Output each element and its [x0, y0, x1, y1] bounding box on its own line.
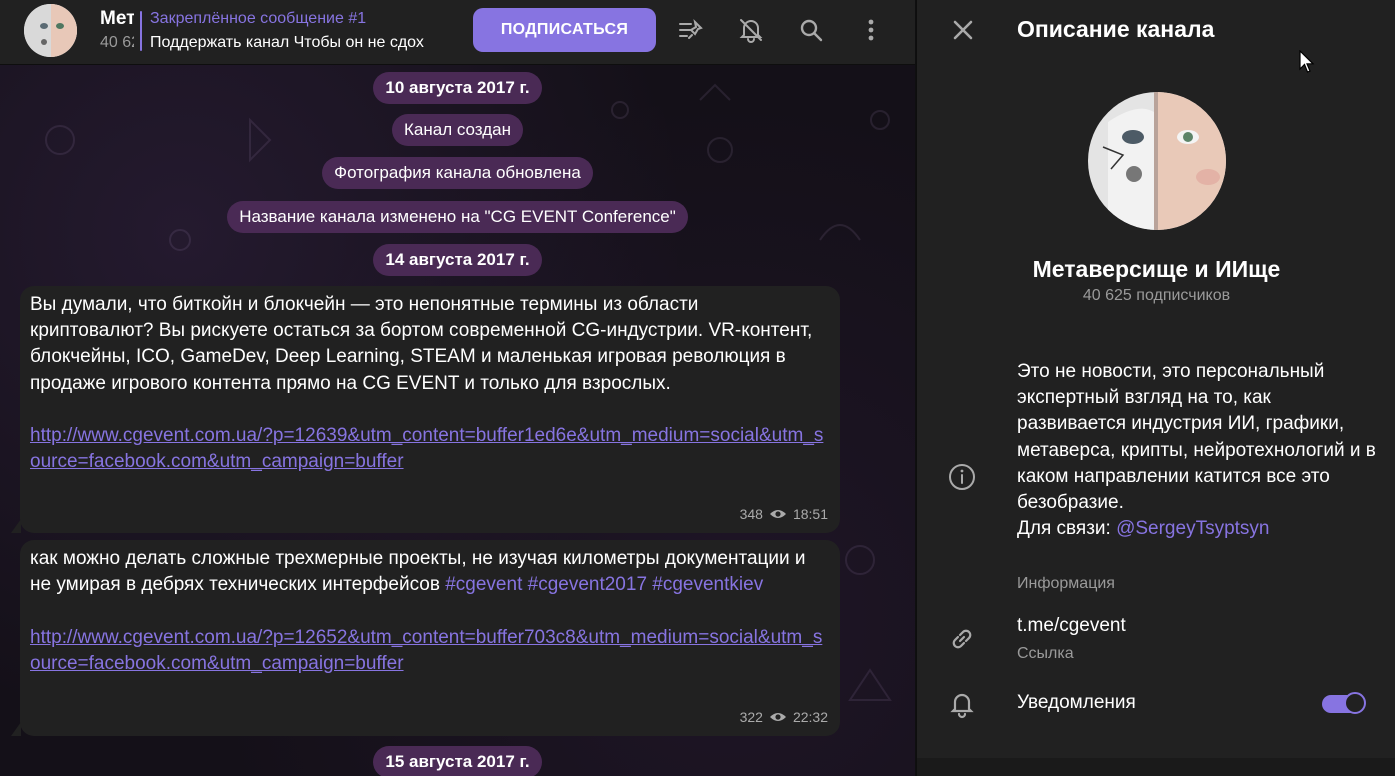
message-time: 18:51	[792, 505, 828, 522]
channel-avatar-large[interactable]	[1088, 92, 1226, 230]
message-bubble[interactable]: Вы думали, что биткойн и блокчейн — это …	[11, 286, 840, 533]
notifications-toggle[interactable]	[1322, 692, 1366, 714]
subscriber-count: 40 625 подписчиков	[100, 34, 134, 51]
bubble-tail	[11, 519, 21, 533]
subscribe-button[interactable]: ПОДПИСАТЬСЯ	[473, 8, 656, 52]
channel-link[interactable]: t.me/cgevent	[1017, 615, 1126, 637]
chat-header: Метаверсище и ИИще 40 625 подписчиков За…	[0, 0, 915, 65]
mute-bell-icon[interactable]	[737, 16, 765, 44]
pinned-list-icon[interactable]	[677, 16, 705, 44]
message-bubble[interactable]: как можно делать сложные трехмерные прое…	[11, 540, 840, 736]
mouse-cursor-icon	[1299, 50, 1315, 73]
message-time: 22:32	[792, 708, 828, 725]
message-link[interactable]: http://www.cgevent.com.ua/?p=12652&utm_c…	[30, 627, 822, 674]
eye-icon	[769, 712, 786, 721]
channel-avatar[interactable]	[24, 4, 77, 57]
link-label: Ссылка	[1017, 645, 1074, 662]
panel-bottom-strip	[917, 758, 1395, 776]
message-meta: 348 18:51	[740, 501, 828, 527]
bubble-tail	[11, 722, 21, 736]
pinned-indicator	[140, 11, 142, 51]
contact-handle-link[interactable]: @SergeyTsyptsyn	[1116, 518, 1269, 539]
search-icon[interactable]	[797, 16, 825, 44]
view-count: 322	[739, 708, 763, 725]
description-text: Это не новости, это персональный эксперт…	[1017, 361, 1376, 514]
chat-area: Метаверсище и ИИще 40 625 подписчиков За…	[0, 0, 915, 776]
contact-line: Для связи: @SergeyTsyptsyn	[1017, 518, 1269, 539]
channel-name: Метаверсище и ИИще	[1032, 256, 1281, 282]
info-label: Информация	[1017, 575, 1115, 592]
pinned-text: Поддержать канал Чтобы он не сдох	[150, 34, 424, 51]
notifications-label: Уведомления	[1017, 692, 1136, 713]
channel-description[interactable]: Это не новости, это персональный эксперт…	[1017, 359, 1377, 542]
message-hashtags[interactable]: #cgevent #cgevent2017 #cgeventkiev	[445, 574, 763, 595]
eye-icon	[769, 509, 786, 518]
pinned-message-bar[interactable]: Закреплённое сообщение #1 Поддержать кан…	[140, 9, 460, 55]
view-count: 348	[739, 505, 763, 522]
message-meta: 322 22:32	[740, 704, 828, 730]
close-icon[interactable]	[949, 16, 977, 44]
bell-icon	[947, 689, 977, 719]
channel-title[interactable]: Метаверсище и ИИще	[100, 8, 134, 30]
contact-prefix: Для связи:	[1017, 518, 1117, 540]
info-icon	[947, 462, 977, 492]
channel-info-panel: Описание канала Метаверсище и ИИще 40 62…	[916, 0, 1395, 776]
link-icon	[947, 624, 977, 654]
subscriber-count: 40 625 подписчиков	[1082, 287, 1231, 304]
panel-title: Описание канала	[1017, 16, 1215, 42]
more-vertical-icon[interactable]	[857, 16, 885, 44]
toggle-knob	[1344, 692, 1366, 714]
pinned-label: Закреплённое сообщение #1	[150, 10, 367, 27]
message-text: Вы думали, что биткойн и блокчейн — это …	[30, 294, 813, 394]
message-link[interactable]: http://www.cgevent.com.ua/?p=12639&utm_c…	[30, 425, 823, 472]
